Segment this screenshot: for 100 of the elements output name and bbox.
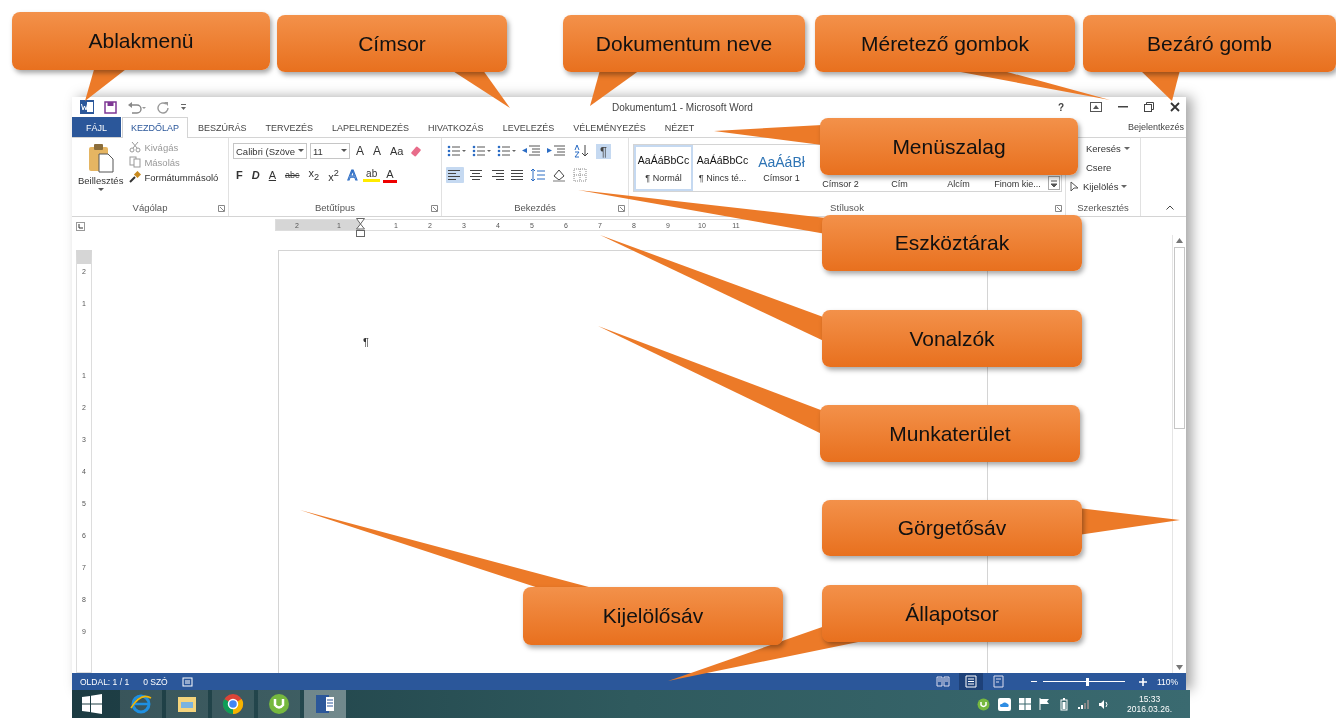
flag-icon[interactable] xyxy=(1039,698,1051,710)
torrent-tray-icon[interactable] xyxy=(977,697,991,711)
paragraph-tool-icon[interactable] xyxy=(467,167,485,183)
view-mode-icon[interactable] xyxy=(958,673,983,690)
font-format-button[interactable]: A xyxy=(370,144,385,158)
undo-icon[interactable] xyxy=(127,100,147,114)
clipboard-command[interactable]: Formátummásoló xyxy=(129,171,219,183)
style-item[interactable]: AaÁáBbCc ¶ Nincs té... xyxy=(693,145,752,191)
redo-icon[interactable] xyxy=(157,100,170,114)
taskbar-app[interactable] xyxy=(120,690,162,718)
word-count[interactable]: 0 SZÓ xyxy=(143,676,168,687)
browser-icon xyxy=(129,692,153,716)
caret-icon[interactable] xyxy=(298,149,304,153)
zoom-level[interactable]: 110% xyxy=(1156,676,1178,687)
group-label: Bekezdés xyxy=(513,202,557,215)
font-size-field[interactable]: 11 xyxy=(310,143,350,159)
font-format-button[interactable]: A xyxy=(383,167,397,183)
editing-command[interactable]: Keresés xyxy=(1086,141,1136,156)
ribbon-tab[interactable]: NÉZET xyxy=(655,117,704,137)
font-format-button[interactable]: x$_{2}$ xyxy=(305,167,323,183)
group-label: Vágólap xyxy=(131,202,169,215)
font-format-button[interactable]: D xyxy=(248,169,263,181)
battery-icon[interactable] xyxy=(1058,697,1071,711)
page-count[interactable]: OLDAL: 1 / 1 xyxy=(80,676,130,687)
ribbon-tab[interactable]: LAPELRENDEZÉS xyxy=(322,117,418,137)
style-item[interactable]: AaÁáBbCc ¶ Normál xyxy=(634,145,693,191)
paragraph-tool-icon[interactable] xyxy=(446,167,464,183)
gallery-more-icon[interactable] xyxy=(1048,176,1060,190)
windows-tray-icon[interactable] xyxy=(1019,698,1032,710)
vertical-scrollbar[interactable] xyxy=(1172,235,1186,673)
collapse-ribbon-icon[interactable] xyxy=(1166,205,1174,210)
ribbon-tab[interactable]: VÉLEMÉNYEZÉS xyxy=(564,117,655,137)
dialog-launcher-icon[interactable] xyxy=(618,205,625,212)
help-button[interactable]: ? xyxy=(1057,101,1064,113)
clock-date[interactable]: 2016.03.26. xyxy=(1127,704,1172,714)
proofing-icon[interactable] xyxy=(181,676,193,687)
ribbon-display-icon[interactable] xyxy=(1090,102,1102,112)
editing-command[interactable]: Csere xyxy=(1086,160,1136,175)
editing-command[interactable]: Kijelölés xyxy=(1070,179,1136,194)
style-item[interactable]: Címsor 2 xyxy=(811,178,870,190)
dialog-launcher-icon[interactable] xyxy=(1055,205,1062,212)
restore-icon[interactable] xyxy=(1144,102,1154,112)
callout-label: Ablakmenü xyxy=(12,12,270,70)
dialog-launcher-icon[interactable] xyxy=(431,205,438,212)
paragraph-tool-icon[interactable] xyxy=(496,143,518,159)
paragraph-tool-icon[interactable] xyxy=(521,143,543,159)
close-icon[interactable] xyxy=(1170,102,1180,112)
taskbar-app[interactable] xyxy=(304,690,346,718)
font-format-button[interactable]: x$^{2}$ xyxy=(325,167,342,183)
font-format-button[interactable]: A xyxy=(344,167,361,183)
paste-button[interactable]: Beillesztés xyxy=(76,141,126,202)
taskbar-app[interactable] xyxy=(166,690,208,718)
font-format-button[interactable]: A xyxy=(265,169,280,181)
taskbar-app[interactable] xyxy=(258,690,300,718)
zoom-in-icon[interactable] xyxy=(1138,677,1147,686)
dialog-launcher-icon[interactable] xyxy=(218,205,225,212)
ribbon-tab[interactable]: LEVELEZÉS xyxy=(493,117,564,137)
sign-in-link[interactable]: Bejelentkezés xyxy=(1127,122,1186,132)
caret-icon[interactable] xyxy=(97,188,104,192)
tab-selector-icon[interactable] xyxy=(76,221,85,231)
scroll-down-icon[interactable] xyxy=(1176,665,1183,670)
paragraph-tool-icon[interactable] xyxy=(471,143,493,159)
font-name-field[interactable]: Calibri (Szöve xyxy=(233,143,307,159)
style-item[interactable]: Alcím xyxy=(929,178,988,190)
font-format-button[interactable]: F xyxy=(233,169,246,181)
font-format-button[interactable]: ab xyxy=(363,168,381,182)
indent-marker-icon[interactable] xyxy=(356,218,365,238)
windows-logo-icon[interactable] xyxy=(82,694,102,714)
scroll-up-icon[interactable] xyxy=(1176,238,1183,243)
zoom-slider[interactable] xyxy=(1042,677,1125,686)
ribbon-tab[interactable]: FÁJL xyxy=(72,117,121,137)
font-format-button[interactable]: abc xyxy=(282,170,303,180)
ribbon-tab[interactable]: KEZDŐLAP xyxy=(122,117,189,138)
font-format-button[interactable]: Aa xyxy=(387,145,407,157)
zoom-out-icon[interactable] xyxy=(1030,680,1037,683)
caret-icon[interactable] xyxy=(341,149,347,153)
show-formatting-button[interactable]: ¶ xyxy=(596,143,611,159)
speaker-icon[interactable] xyxy=(1098,698,1110,710)
paragraph-tool-icon[interactable] xyxy=(530,167,548,183)
cloud-icon[interactable] xyxy=(998,697,1012,711)
font-format-button[interactable]: A xyxy=(353,144,367,158)
customize-caret-icon[interactable] xyxy=(180,103,187,111)
paragraph-tool-icon[interactable] xyxy=(546,143,568,159)
minimize-icon[interactable] xyxy=(1118,106,1128,108)
callout-label: Dokumentum neve xyxy=(563,15,805,72)
signal-icon[interactable] xyxy=(1078,699,1091,709)
style-item[interactable]: Cím xyxy=(870,178,929,190)
paragraph-tool-icon[interactable] xyxy=(446,143,468,159)
ribbon-tab[interactable]: HIVATKOZÁS xyxy=(418,117,493,137)
save-icon[interactable] xyxy=(104,100,117,114)
document-icon xyxy=(313,692,337,716)
clock-time[interactable]: 15:33 xyxy=(1138,694,1161,704)
ribbon-tab[interactable]: BESZÚRÁS xyxy=(189,117,256,137)
style-item[interactable]: Finom kie... xyxy=(988,178,1047,190)
scroll-thumb[interactable] xyxy=(1174,247,1185,429)
taskbar-app[interactable] xyxy=(212,690,254,718)
style-item[interactable]: AaÁáBł Címsor 1 xyxy=(752,145,811,191)
word-logo-icon[interactable] xyxy=(80,100,94,114)
slider-thumb[interactable] xyxy=(1085,677,1089,686)
ribbon-tab[interactable]: TERVEZÉS xyxy=(256,117,322,137)
